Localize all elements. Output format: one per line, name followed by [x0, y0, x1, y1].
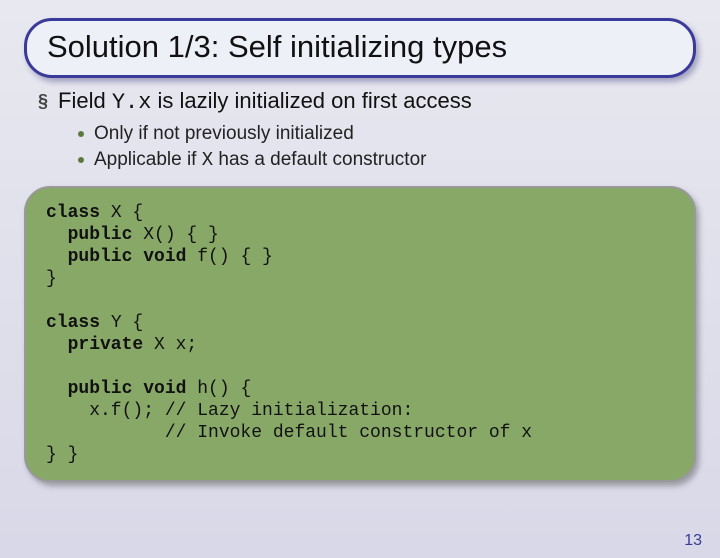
bullet-text: Only if not previously initialized: [94, 122, 354, 146]
code-text: } }: [46, 445, 78, 465]
page-number: 13: [684, 532, 702, 550]
text-span: Field: [58, 88, 112, 113]
code-text: X x;: [143, 335, 197, 355]
code-text: // Invoke default constructor of x: [46, 423, 532, 443]
code-text: h() {: [186, 379, 251, 399]
code-text: Y {: [100, 313, 143, 333]
keyword: public void: [46, 379, 186, 399]
keyword: public void: [46, 247, 186, 267]
code-text: }: [46, 269, 57, 289]
text-span: is lazily initialized on first access: [151, 88, 471, 113]
inline-code: Y.x: [112, 90, 152, 115]
slide-title-box: Solution 1/3: Self initializing types: [24, 18, 696, 78]
body-content: § Field Y.x is lazily initialized on fir…: [30, 88, 690, 172]
code-text: X {: [100, 203, 143, 223]
keyword: class: [46, 313, 100, 333]
bullet-dot-icon: [78, 131, 84, 137]
bullet-marker: §: [38, 88, 48, 114]
inline-code: X: [202, 149, 213, 171]
bullet-level2: Only if not previously initialized: [78, 122, 690, 146]
bullet-dot-icon: [78, 157, 84, 163]
text-span: has a default constructor: [213, 149, 426, 170]
text-span: Applicable if: [94, 149, 202, 170]
code-block: class X { public X() { } public void f()…: [24, 186, 696, 482]
keyword: public: [46, 225, 132, 245]
bullet-level1: § Field Y.x is lazily initialized on fir…: [38, 88, 690, 116]
code-text: x.f(); // Lazy initialization:: [46, 401, 413, 421]
keyword: class: [46, 203, 100, 223]
bullet-level2: Applicable if X has a default constructo…: [78, 148, 690, 172]
keyword: private: [46, 335, 143, 355]
bullet-text: Field Y.x is lazily initialized on first…: [58, 88, 472, 116]
code-text: X() { }: [132, 225, 218, 245]
slide-title: Solution 1/3: Self initializing types: [47, 29, 673, 65]
code-text: f() { }: [186, 247, 272, 267]
bullet-text: Applicable if X has a default constructo…: [94, 148, 426, 172]
